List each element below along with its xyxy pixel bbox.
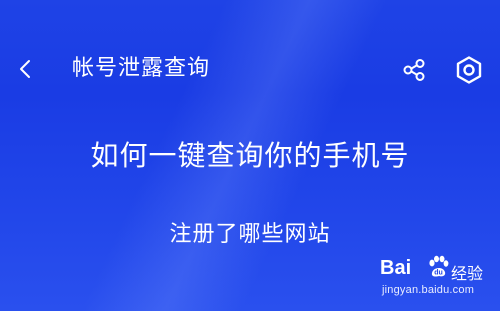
svg-text:du: du	[434, 270, 443, 277]
back-button[interactable]	[10, 54, 40, 84]
jingyan-text: 经验	[451, 264, 484, 283]
page-title: 帐号泄露查询	[72, 56, 211, 81]
baidu-logo-text: Bai	[380, 257, 412, 279]
settings-hexagon-icon	[456, 56, 482, 84]
baidu-paw-icon: du	[429, 255, 449, 277]
settings-button[interactable]	[452, 53, 486, 87]
baidu-jingyan-watermark: Bai du 经验 jingyan.baidu.com	[380, 253, 492, 303]
chevron-left-icon	[20, 60, 30, 78]
headline: 如何一键查询你的手机号	[90, 139, 410, 172]
subheadline: 注册了哪些网站	[169, 222, 331, 247]
top-bar: 帐号泄露查询	[0, 42, 500, 96]
watermark-url: jingyan.baidu.com	[382, 284, 475, 296]
share-icon	[403, 59, 425, 81]
share-button[interactable]	[398, 54, 430, 86]
